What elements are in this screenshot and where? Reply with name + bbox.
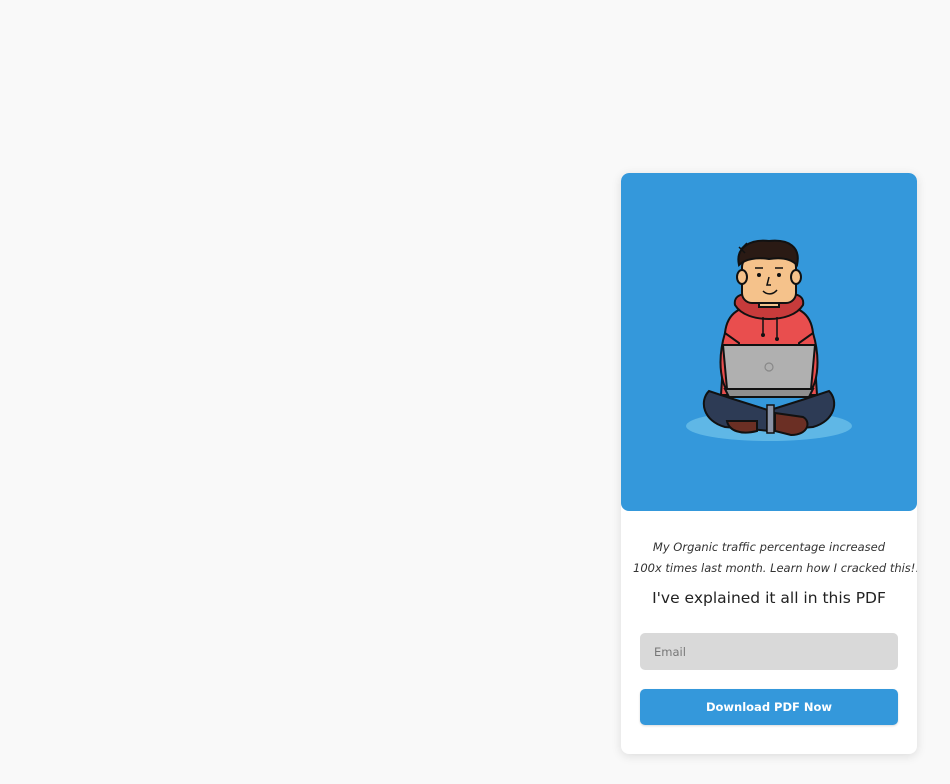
hero-image <box>621 173 917 511</box>
tagline-line-1: My Organic traffic percentage increased <box>652 540 886 554</box>
tagline-line-2: 100x times last month. Learn how I crack… <box>633 561 917 575</box>
email-field[interactable] <box>640 633 898 670</box>
person-with-laptop-illustration <box>686 239 852 441</box>
download-pdf-button[interactable]: Download PDF Now <box>640 689 898 725</box>
headline: I've explained it all in this PDF <box>652 589 886 607</box>
lead-magnet-card: My Organic traffic percentage increased … <box>621 173 917 754</box>
tagline: My Organic traffic percentage increased … <box>633 537 917 579</box>
